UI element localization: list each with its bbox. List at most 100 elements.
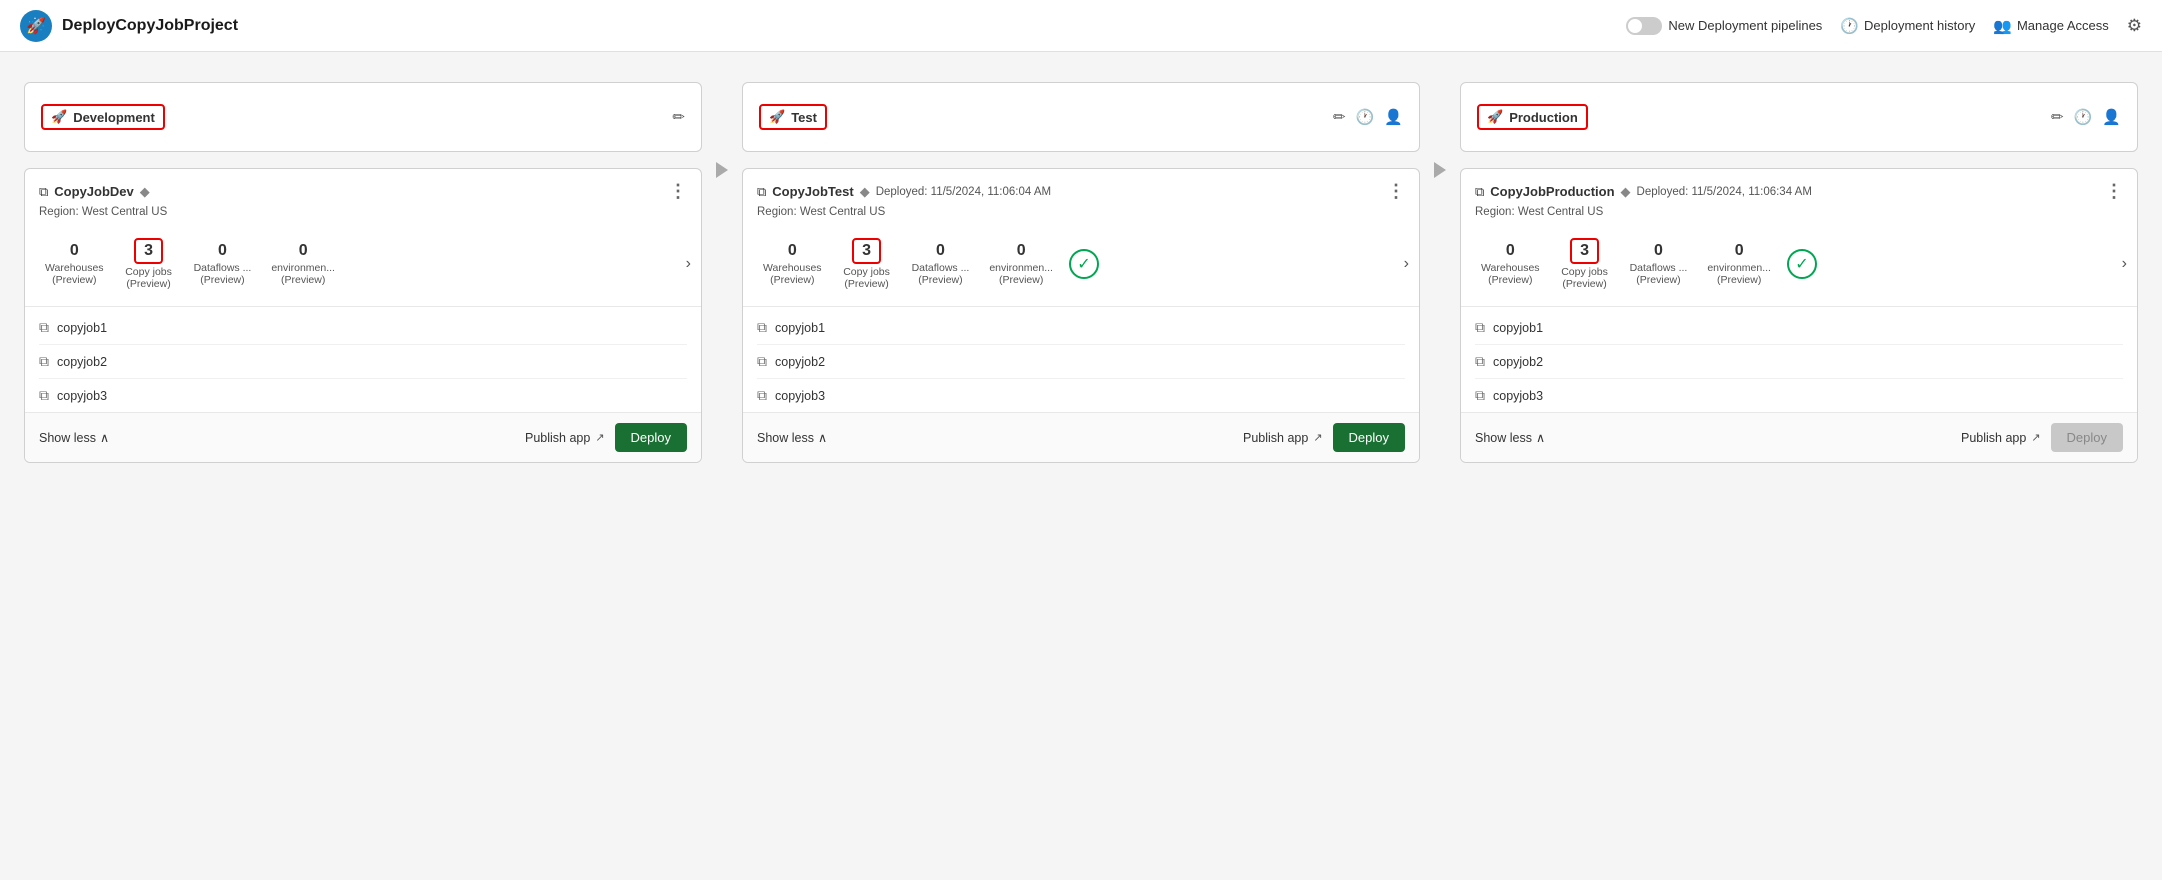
toggle-control[interactable]	[1626, 17, 1662, 35]
metric-item-3[interactable]: 0 environmen...(Preview)	[979, 236, 1063, 292]
arrow-right-icon	[1434, 162, 1446, 178]
copy-job-icon: ⧉	[757, 353, 767, 370]
stage-header-left: 🚀 Production	[1477, 104, 1588, 130]
topbar-left: 🚀 DeployCopyJobProject	[20, 10, 238, 42]
more-options-icon[interactable]: ⋮	[2105, 181, 2123, 202]
metric-item-3[interactable]: 0 environmen...(Preview)	[261, 236, 345, 292]
manage-access-link[interactable]: 👥 Manage Access	[1993, 17, 2108, 35]
show-less-label: Show less	[39, 431, 96, 445]
copy-job-icon: ⧉	[39, 319, 49, 336]
stage-card-header: ⧉ CopyJobProduction ◆ Deployed: 11/5/202…	[1461, 169, 2137, 206]
card-title-row: ⧉ CopyJobTest ◆ Deployed: 11/5/2024, 11:…	[757, 184, 1051, 200]
metric-item-2[interactable]: 0 Dataflows ...(Preview)	[1620, 236, 1698, 292]
region-text: Region: West Central US	[1461, 206, 2137, 226]
card-title: CopyJobTest	[772, 184, 853, 199]
chevron-up-icon: ∧	[1536, 430, 1545, 445]
stage-name-badge: 🚀 Test	[759, 104, 827, 130]
stage-badge-icon: 🚀	[769, 109, 785, 125]
stage-header-production: 🚀 Production ✏ 🕐 👤	[1460, 82, 2138, 152]
deploy-button[interactable]: Deploy	[615, 423, 687, 452]
metric-label: Dataflows ...(Preview)	[1630, 262, 1688, 286]
copy-job-icon: ⧉	[39, 387, 49, 404]
metric-item-0[interactable]: 0 Warehouses(Preview)	[1471, 236, 1550, 292]
list-item: ⧉ copyjob1	[757, 311, 1405, 345]
metric-item-1[interactable]: 3 Copy jobs(Preview)	[114, 232, 184, 296]
assign-icon[interactable]: 👤	[2102, 108, 2121, 126]
card-title-row: ⧉ CopyJobDev ◆	[39, 184, 150, 200]
list-item: ⧉ copyjob2	[39, 345, 687, 379]
history-icon[interactable]: 🕐	[1356, 108, 1375, 126]
stage-header-actions: ✏ 🕐 👤	[2051, 108, 2121, 126]
metric-count: 3	[852, 238, 881, 264]
stage-header-test: 🚀 Test ✏ 🕐 👤	[742, 82, 1420, 152]
deploy-label: Deploy	[2067, 430, 2107, 445]
metric-item-0[interactable]: 0 Warehouses(Preview)	[35, 236, 114, 292]
card-footer: Show less ∧ Publish app ↗ Deploy	[1461, 412, 2137, 462]
show-less-button[interactable]: Show less ∧	[39, 430, 109, 445]
new-deployment-toggle[interactable]: New Deployment pipelines	[1626, 17, 1822, 35]
publish-app-button[interactable]: Publish app ↗	[1243, 431, 1323, 445]
footer-right: Publish app ↗ Deploy	[1961, 423, 2123, 452]
stage-header-development: 🚀 Development ✏	[24, 82, 702, 152]
card-footer: Show less ∧ Publish app ↗ Deploy	[25, 412, 701, 462]
metric-item-1[interactable]: 3 Copy jobs(Preview)	[1550, 232, 1620, 296]
deployed-badge: ✓	[1787, 249, 1817, 279]
show-less-button[interactable]: Show less ∧	[1475, 430, 1545, 445]
assign-icon[interactable]: 👤	[1384, 108, 1403, 126]
history-icon: 🕐	[1840, 17, 1859, 35]
metric-item-2[interactable]: 0 Dataflows ...(Preview)	[184, 236, 262, 292]
copy-job-icon: ⧉	[757, 319, 767, 336]
pipeline-arrow	[702, 162, 742, 178]
card-title: CopyJobProduction	[1490, 184, 1614, 199]
metric-count: 3	[1570, 238, 1599, 264]
card-title-icon: ⧉	[757, 184, 766, 200]
deploy-button[interactable]: Deploy	[1333, 423, 1405, 452]
footer-right: Publish app ↗ Deploy	[1243, 423, 1405, 452]
items-list: ⧉ copyjob1 ⧉ copyjob2 ⧉ copyjob3	[743, 311, 1419, 412]
card-title-icon: ⧉	[39, 184, 48, 200]
edit-icon[interactable]: ✏	[1333, 108, 1346, 126]
deploy-button[interactable]: Deploy	[2051, 423, 2123, 452]
metric-item-2[interactable]: 0 Dataflows ...(Preview)	[902, 236, 980, 292]
diamond-icon: ◆	[140, 184, 150, 200]
divider	[743, 306, 1419, 307]
publish-app-button[interactable]: Publish app ↗	[1961, 431, 2041, 445]
metrics-nav-arrow[interactable]: ›	[1404, 255, 1409, 273]
stage-name-label: Development	[73, 110, 155, 125]
edit-icon[interactable]: ✏	[672, 108, 685, 126]
check-circle-icon: ✓	[1787, 249, 1817, 279]
metrics-nav-arrow[interactable]: ›	[686, 255, 691, 273]
copy-job-name: copyjob1	[57, 321, 107, 335]
more-options-icon[interactable]: ⋮	[669, 181, 687, 202]
stage-header-actions: ✏	[672, 108, 685, 126]
deployed-badge: ✓	[1069, 249, 1099, 279]
metrics-nav-arrow[interactable]: ›	[2122, 255, 2127, 273]
list-item: ⧉ copyjob1	[39, 311, 687, 345]
diamond-icon: ◆	[860, 184, 870, 200]
deployment-history-link[interactable]: 🕐 Deployment history	[1840, 17, 1975, 35]
card-title: CopyJobDev	[54, 184, 133, 199]
metric-label: Dataflows ...(Preview)	[912, 262, 970, 286]
metric-item-0[interactable]: 0 Warehouses(Preview)	[753, 236, 832, 292]
manage-access-label: Manage Access	[2017, 18, 2109, 33]
metric-item-3[interactable]: 0 environmen...(Preview)	[1697, 236, 1781, 292]
stage-name-label: Production	[1509, 110, 1578, 125]
settings-icon[interactable]: ⚙	[2127, 16, 2142, 36]
edit-icon[interactable]: ✏	[2051, 108, 2064, 126]
metric-label: environmen...(Preview)	[271, 262, 335, 286]
metric-label: Copy jobs(Preview)	[1561, 266, 1608, 290]
history-icon[interactable]: 🕐	[2074, 108, 2093, 126]
publish-app-button[interactable]: Publish app ↗	[525, 431, 605, 445]
more-options-icon[interactable]: ⋮	[1387, 181, 1405, 202]
publish-label: Publish app	[1243, 431, 1308, 445]
toggle-label: New Deployment pipelines	[1668, 18, 1822, 33]
copy-job-name: copyjob3	[1493, 389, 1543, 403]
show-less-button[interactable]: Show less ∧	[757, 430, 827, 445]
footer-right: Publish app ↗ Deploy	[525, 423, 687, 452]
copy-job-icon: ⧉	[1475, 319, 1485, 336]
metric-item-1[interactable]: 3 Copy jobs(Preview)	[832, 232, 902, 296]
stage-header-left: 🚀 Development	[41, 104, 165, 130]
show-less-label: Show less	[757, 431, 814, 445]
metric-count: 0	[1654, 242, 1663, 260]
stage-wrapper-test: 🚀 Test ✏ 🕐 👤 ⧉ CopyJobTest ◆ Deployed: 11/…	[742, 82, 1420, 463]
